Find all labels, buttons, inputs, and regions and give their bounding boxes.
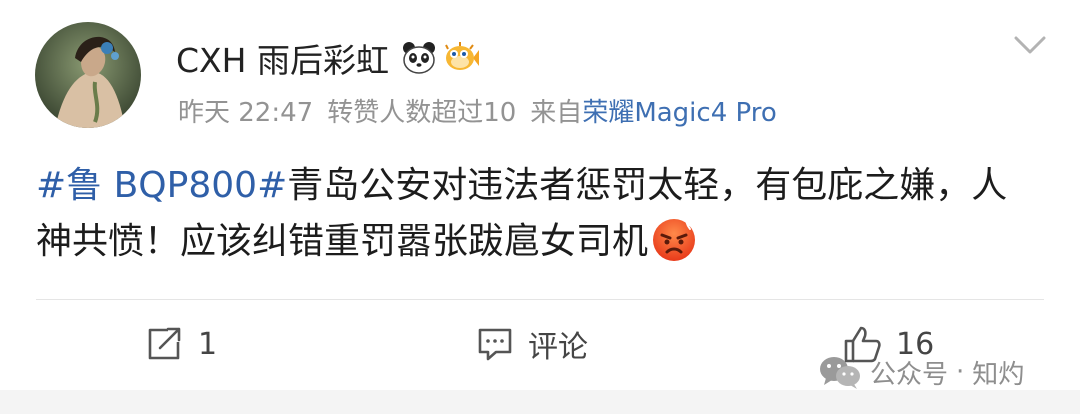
- watermark-text-a: 公众号: [870, 359, 949, 390]
- source-device[interactable]: 荣耀Magic4 Pro: [582, 92, 776, 129]
- repost-icon: [146, 326, 184, 362]
- author-name-row: CXH 雨后彩虹: [176, 36, 479, 80]
- comment-label: 评论: [528, 330, 588, 365]
- panda-icon: [401, 40, 437, 76]
- repost-button[interactable]: 1: [146, 320, 217, 368]
- pufferfish-icon: [443, 40, 479, 76]
- divider: [36, 299, 1044, 300]
- watermark-dot: ·: [956, 357, 965, 387]
- topic-link[interactable]: #鲁 BQP800#: [36, 165, 287, 206]
- chevron-down-icon[interactable]: [1010, 30, 1050, 60]
- wechat-icon: [818, 354, 862, 390]
- avatar-image: [35, 22, 141, 128]
- angry-face-icon: [650, 215, 698, 263]
- post-content: #鲁 BQP800#青岛公安对违法者惩罚太轻，有包庇之嫌，人神共愤！应该纠错重罚…: [36, 158, 1036, 270]
- avatar[interactable]: [35, 22, 141, 128]
- source-prefix: 来自: [530, 97, 583, 128]
- bottom-strip: [0, 390, 1080, 414]
- repost-count: 1: [198, 326, 218, 362]
- author-name[interactable]: CXH 雨后彩虹: [176, 34, 389, 82]
- watermark-text-b: 知灼: [972, 359, 1025, 390]
- comment-button[interactable]: 评论: [476, 320, 588, 368]
- reposts-note: 转赞人数超过10: [327, 97, 517, 128]
- watermark: 公众号 · 知灼: [818, 354, 1024, 390]
- weibo-post-card: CXH 雨后彩虹 昨天 22:47 转赞人数超过10 来自 荣耀Magic4 P…: [0, 0, 1080, 390]
- comment-icon: [476, 326, 514, 362]
- post-time: 昨天 22:47: [178, 97, 314, 128]
- post-meta: 昨天 22:47 转赞人数超过10 来自 荣耀Magic4 Pro: [178, 92, 777, 128]
